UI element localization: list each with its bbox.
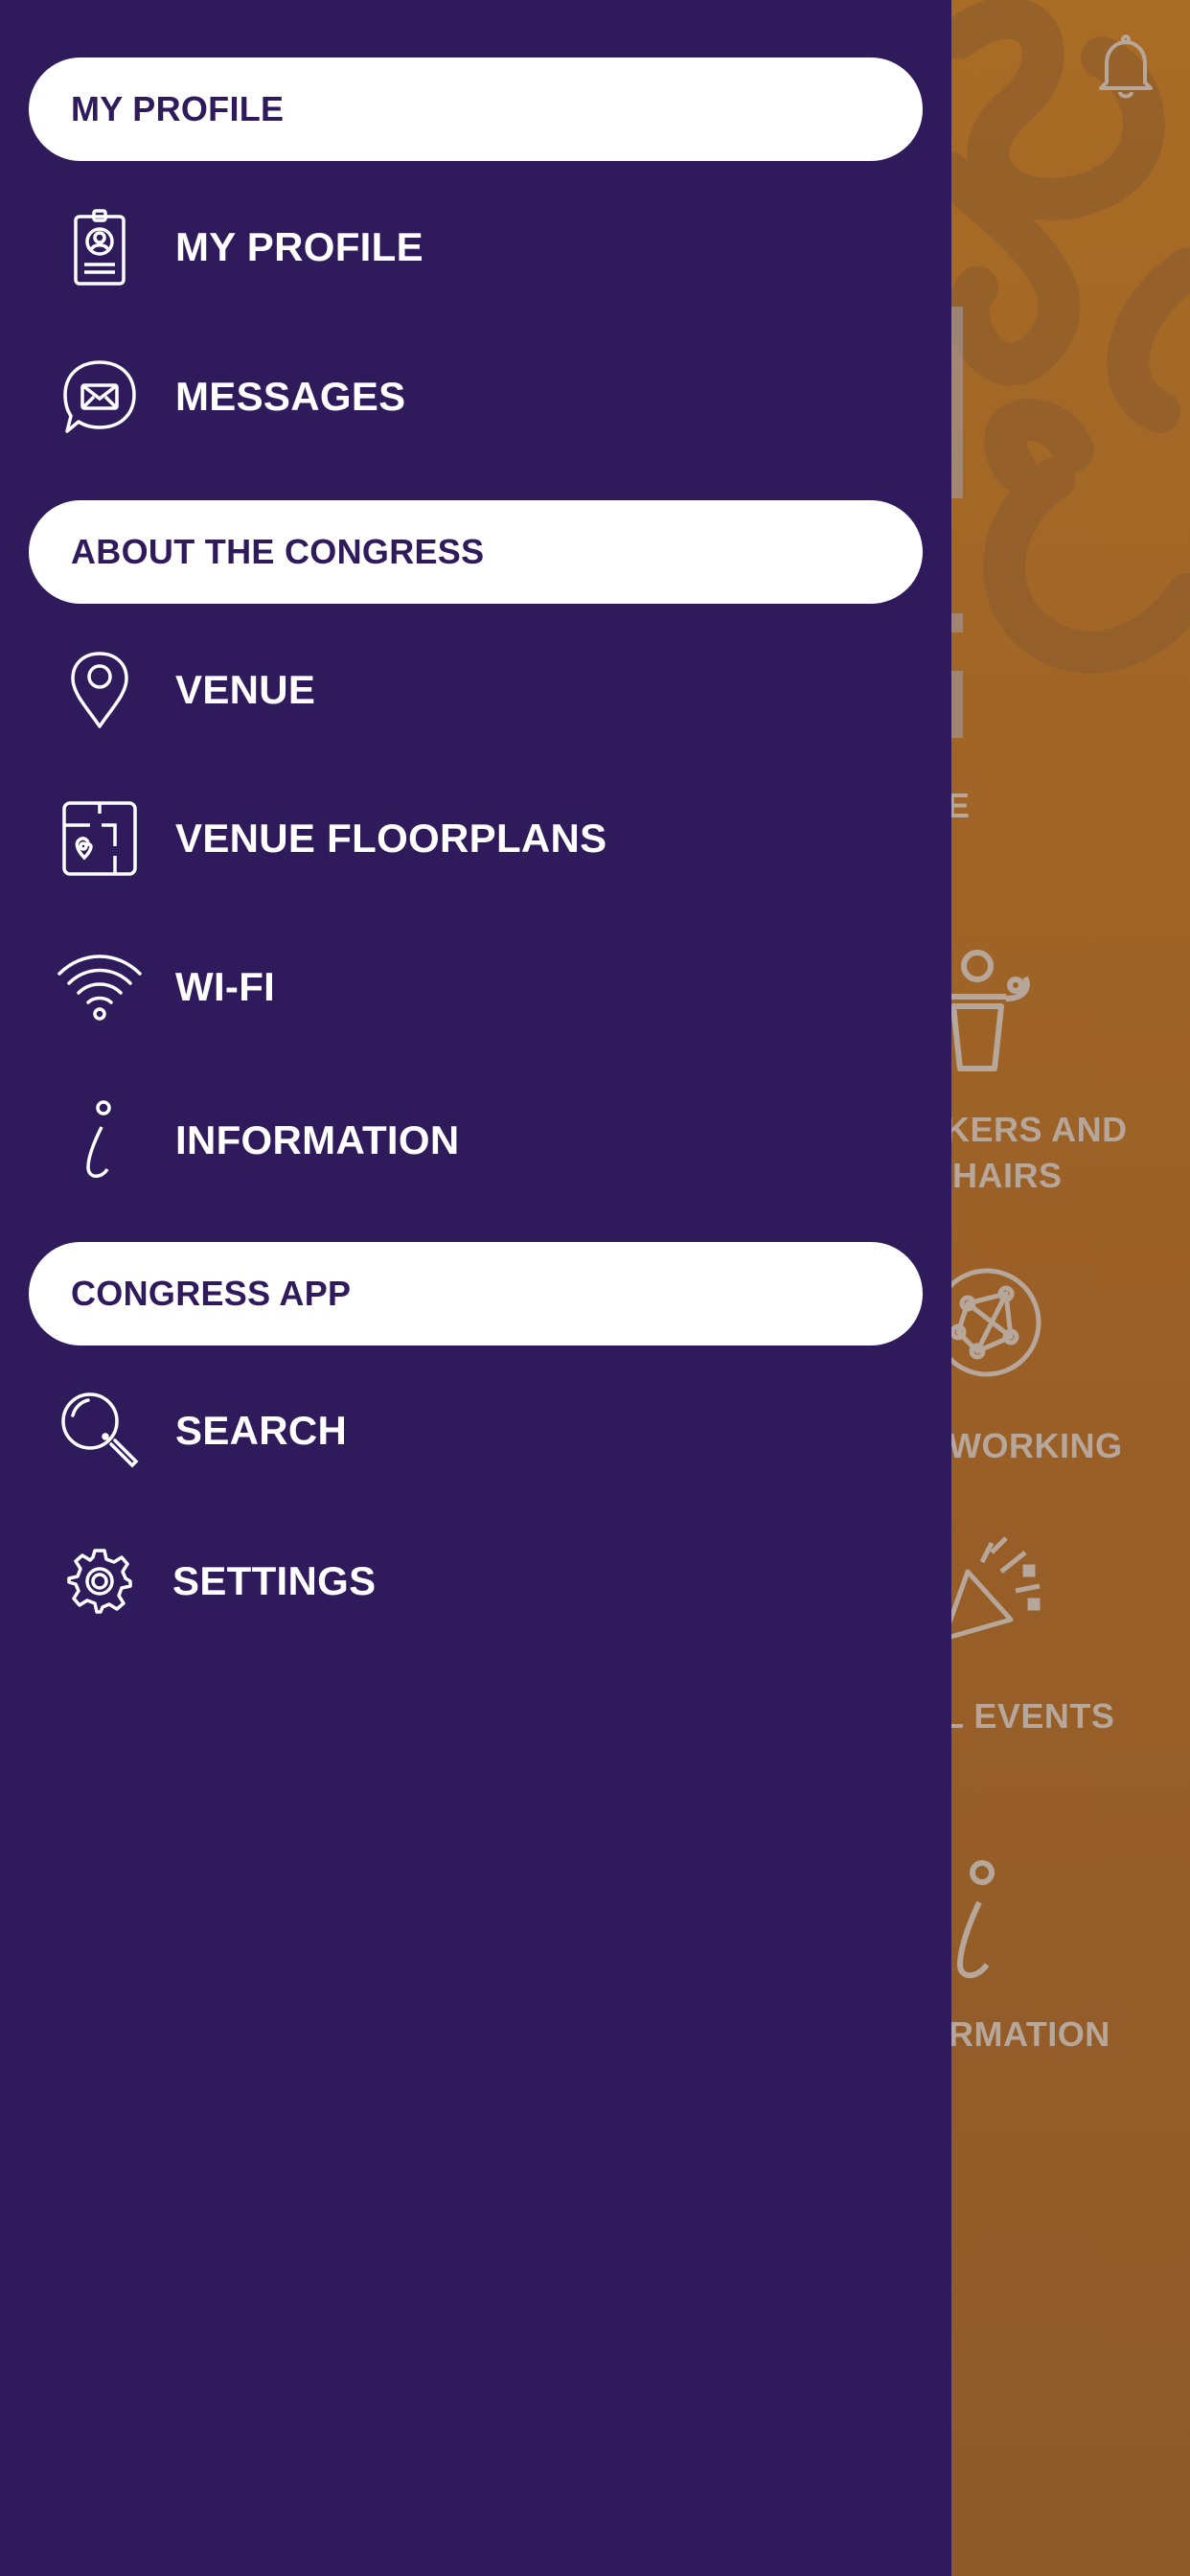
menu-item-venue[interactable]: VENUE [0, 632, 951, 748]
section-header-label: CONGRESS APP [71, 1274, 352, 1313]
menu-item-label: SEARCH [175, 1408, 348, 1453]
background-label-social-events: L EVENTS [943, 1696, 1115, 1736]
section-header-label: ABOUT THE CONGRESS [71, 532, 485, 571]
menu-item-venue-floorplans[interactable]: VENUE FLOORPLANS [0, 781, 951, 896]
menu-item-my-profile[interactable]: MY PROFILE [0, 190, 951, 305]
menu-item-label: MESSAGES [175, 374, 406, 419]
section-header-about-the-congress: ABOUT THE CONGRESS [29, 500, 923, 604]
background-label-information: RMATION [949, 2014, 1110, 2054]
menu-item-label: VENUE FLOORPLANS [175, 816, 607, 861]
id-badge-icon [52, 199, 148, 295]
menu-item-label: VENUE [175, 667, 316, 712]
background-label-speakers-1: KERS AND [945, 1110, 1128, 1149]
section-header-my-profile: MY PROFILE [29, 58, 923, 161]
info-icon [949, 1859, 1006, 1989]
section-header-label: MY PROFILE [71, 89, 285, 128]
menu-item-information[interactable]: INFORMATION [0, 1083, 951, 1198]
menu-item-label: MY PROFILE [175, 224, 423, 269]
menu-item-label: SETTINGS [172, 1558, 377, 1603]
menu-item-label: WI-FI [175, 964, 276, 1009]
gear-icon [52, 1533, 148, 1629]
menu-item-label: INFORMATION [175, 1117, 460, 1162]
menu-item-search[interactable]: SEARCH [0, 1373, 951, 1488]
message-bubble-icon [52, 349, 148, 445]
menu-item-wi-fi[interactable]: WI-FI [0, 930, 951, 1045]
floorplan-icon [52, 791, 148, 886]
background-label-speakers-2: HAIRS [952, 1156, 1063, 1195]
party-popper-icon [934, 1533, 1049, 1653]
map-pin-icon [52, 642, 148, 738]
speaker-icon [939, 949, 1035, 1078]
navigation-drawer: MY PROFILE MY PROFILE MESSAGES ABOUT THE… [0, 0, 951, 2576]
background-label-networking: WORKING [949, 1426, 1123, 1465]
menu-item-settings[interactable]: SETTINGS [0, 1524, 951, 1639]
bell-icon[interactable] [1097, 34, 1155, 104]
section-header-congress-app: CONGRESS APP [29, 1242, 923, 1346]
wifi-icon [52, 939, 148, 1035]
search-icon [52, 1383, 148, 1479]
menu-item-messages[interactable]: MESSAGES [0, 339, 951, 454]
info-icon [52, 1092, 148, 1188]
